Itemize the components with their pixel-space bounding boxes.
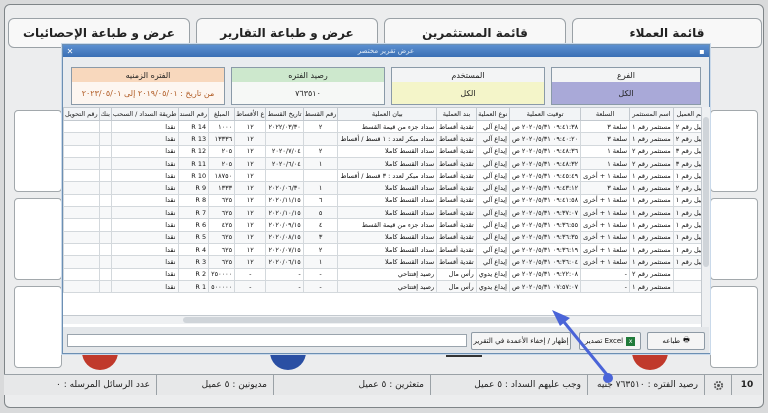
arrow-head — [552, 310, 570, 326]
arrow-dot — [603, 373, 613, 383]
arrow-line — [562, 321, 610, 377]
annotation-arrow — [552, 310, 613, 383]
